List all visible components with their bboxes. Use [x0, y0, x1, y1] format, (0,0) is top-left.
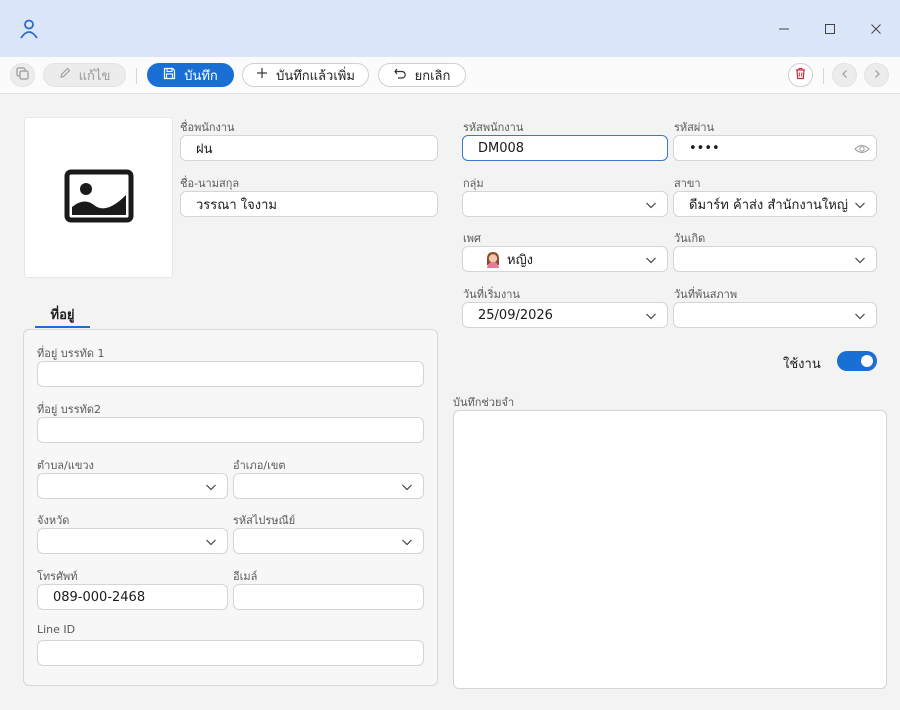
edit-button[interactable]: แก้ไข [43, 63, 126, 87]
subdistrict-label: ตำบล/แขวง [37, 459, 94, 472]
address-line2-label: ที่อยู่ บรรทัด2 [37, 403, 101, 416]
pencil-icon [59, 67, 71, 83]
postcode-label: รหัสไปรษณีย์ [233, 514, 296, 527]
cancel-button[interactable]: ยกเลิก [378, 63, 466, 87]
province-select[interactable] [37, 528, 228, 554]
employee-code-label: รหัสพนักงาน [463, 121, 524, 134]
group-label: กลุ่ม [463, 177, 484, 190]
end-date-picker[interactable] [673, 302, 877, 328]
cancel-label: ยกเลิก [414, 68, 451, 84]
gender-select[interactable]: หญิง [462, 246, 668, 272]
line-id-field[interactable] [37, 640, 424, 666]
postcode-select[interactable] [233, 528, 424, 554]
chevron-down-icon [401, 536, 413, 548]
close-button[interactable] [864, 17, 888, 41]
birthdate-picker[interactable] [673, 246, 877, 272]
save-and-new-button[interactable]: บันทึกแล้วเพิ่ม [242, 63, 369, 87]
gender-label: เพศ [463, 232, 481, 245]
line-id-label: Line ID [37, 623, 76, 636]
address-line1-field[interactable] [37, 361, 424, 387]
chevron-left-icon [840, 68, 850, 83]
branch-label: สาขา [674, 177, 701, 190]
chevron-down-icon [645, 199, 657, 211]
previous-button[interactable] [832, 63, 857, 87]
save-icon [163, 67, 176, 84]
branch-select[interactable]: ดีมาร์ท ค้าส่ง สำนักงานใหญ่ [673, 191, 877, 217]
save-and-new-label: บันทึกแล้วเพิ่ม [276, 68, 355, 84]
chevron-down-icon [854, 310, 866, 322]
plus-icon [256, 67, 268, 83]
employee-code-value: DM008 [478, 140, 525, 156]
birthdate-label: วันเกิด [674, 232, 706, 245]
eye-icon[interactable] [854, 142, 870, 156]
chevron-down-icon [854, 199, 866, 211]
notes-label: บันทึกช่วยจำ [453, 396, 515, 409]
start-date-picker[interactable]: 25/09/2026 [462, 302, 668, 328]
save-label: บันทึก [184, 68, 218, 84]
address-line2-field[interactable] [37, 417, 424, 443]
address-line1-label: ที่อยู่ บรรทัด 1 [37, 347, 105, 360]
subdistrict-select[interactable] [37, 473, 228, 499]
fullname-label: ชื่อ-นามสกุล [180, 177, 240, 190]
password-label: รหัสผ่าน [674, 121, 715, 134]
fullname-field[interactable]: วรรณา ใจงาม [180, 191, 438, 217]
nickname-label: ชื่อพนักงาน [180, 121, 235, 134]
undo-icon [393, 67, 407, 83]
district-select[interactable] [233, 473, 424, 499]
gender-value: หญิง [507, 252, 533, 268]
tab-address[interactable]: ที่อยู่ [35, 304, 90, 328]
chevron-down-icon [205, 481, 217, 493]
toggle-knob [861, 355, 873, 367]
copy-button[interactable] [10, 63, 35, 87]
edit-label: แก้ไข [78, 68, 111, 84]
delete-button[interactable] [788, 63, 813, 87]
copy-icon [16, 66, 29, 84]
maximize-button[interactable] [818, 17, 842, 41]
start-date-label: วันที่เริ่มงาน [463, 288, 520, 301]
toolbar-divider [823, 68, 824, 84]
user-icon [18, 18, 40, 40]
trash-icon [794, 67, 807, 84]
title-bar [0, 0, 900, 57]
start-date-value: 25/09/2026 [478, 307, 553, 323]
next-button[interactable] [864, 63, 889, 87]
district-label: อำเภอ/เขต [233, 459, 286, 472]
save-button[interactable]: บันทึก [147, 63, 234, 87]
phone-label: โทรศัพท์ [37, 570, 78, 583]
chevron-right-icon [872, 68, 882, 83]
email-field[interactable] [233, 584, 424, 610]
group-select[interactable] [462, 191, 668, 217]
notes-textarea[interactable] [453, 410, 887, 689]
chevron-down-icon [854, 254, 866, 266]
chevron-down-icon [205, 536, 217, 548]
active-label: ใช้งาน [783, 357, 821, 372]
employee-form: ชื่อพนักงาน ฝน ชื่อ-นามสกุล วรรณา ใจงาม … [0, 94, 900, 710]
end-date-label: วันที่พ้นสภาพ [674, 288, 738, 301]
password-field[interactable]: •••• [673, 135, 877, 161]
active-toggle[interactable] [837, 351, 877, 371]
minimize-button[interactable] [772, 17, 796, 41]
nickname-field[interactable]: ฝน [180, 135, 438, 161]
password-value: •••• [689, 140, 720, 156]
employee-photo[interactable] [24, 117, 173, 278]
branch-value: ดีมาร์ท ค้าส่ง สำนักงานใหญ่ [689, 197, 848, 213]
chevron-down-icon [401, 481, 413, 493]
image-placeholder-icon [64, 169, 134, 227]
toolbar-divider [136, 68, 137, 84]
employee-code-field[interactable]: DM008 [462, 135, 668, 161]
toolbar: แก้ไข บันทึก บันทึกแล้วเพิ่ม ยกเลิก [0, 57, 900, 94]
phone-field[interactable]: 089-000-2468 [37, 584, 228, 610]
chevron-down-icon [645, 254, 657, 266]
email-label: อีเมล์ [233, 570, 258, 583]
female-icon [485, 251, 501, 268]
province-label: จังหวัด [37, 514, 70, 527]
chevron-down-icon [645, 310, 657, 322]
